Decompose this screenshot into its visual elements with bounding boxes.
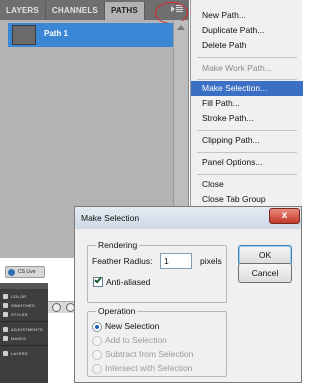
feather-unit-label: pixels [200,256,222,266]
menu-separator [197,152,297,153]
dock-item-label: MASKS [11,336,27,341]
dock-item-label: LAYERS [11,351,28,356]
menu-separator [197,130,297,131]
menu-item-new-path[interactable]: New Path... [191,8,303,23]
intersect-with-selection-label: Intersect with Selection [105,363,193,373]
layers-icon [3,351,8,356]
adjustments-icon [3,327,8,332]
cs-live-icon [8,269,15,276]
horizontal-scrollbar[interactable] [48,301,75,313]
dock-item-layers[interactable]: LAYERS [0,349,48,358]
dock-item-swatches[interactable]: SWATCHES [0,301,48,310]
anti-aliased-label: Anti-aliased [106,277,151,287]
rendering-group: Rendering Feather Radius: 1 pixels Anti-… [87,240,227,303]
menu-item-fill-path[interactable]: Fill Path... [191,96,303,111]
menu-item-close[interactable]: Close [191,177,303,192]
scroll-up-icon[interactable] [177,25,185,30]
anti-aliased-checkbox[interactable] [93,275,103,287]
dock-divider [0,345,48,346]
masks-icon [3,336,8,341]
dock-item-styles[interactable]: STYLES [0,310,48,319]
subtract-from-selection-radio [92,350,102,360]
operation-legend: Operation [96,306,138,316]
dock-item-label: ADJUSTMENTS [11,327,43,332]
collapsed-panel-dock: COLOR SWATCHES STYLES ADJUSTMENTS MASKS … [0,283,48,383]
panel-dock: CS Live COLOR SWATCHES STYLES ADJUSTMENT… [0,258,75,383]
menu-item-duplicate-path[interactable]: Duplicate Path... [191,23,303,38]
scroll-knob-icon[interactable] [52,303,61,312]
path-row[interactable]: Path 1 [8,23,173,47]
add-to-selection-label: Add to Selection [105,335,167,345]
make-selection-dialog: Make Selection x Rendering Feather Radiu… [74,206,302,383]
dock-item-label: STYLES [11,312,28,317]
add-to-selection-radio [92,336,102,346]
cs-live-button[interactable]: CS Live [5,266,45,278]
swatches-icon [3,303,8,308]
new-selection-radio[interactable] [92,322,102,332]
dock-item-masks[interactable]: MASKS [0,334,48,343]
feather-radius-input[interactable]: 1 [160,253,192,269]
dock-item-label: SWATCHES [11,303,35,308]
dock-header [0,283,48,289]
feather-radius-label: Feather Radius: [92,256,153,266]
tab-layers[interactable]: LAYERS [0,2,46,20]
cancel-button[interactable]: Cancel [238,263,292,283]
menu-item-make-selection[interactable]: Make Selection... [191,81,303,96]
styles-icon [3,312,8,317]
dock-item-color[interactable]: COLOR [0,292,48,301]
dock-item-adjustments[interactable]: ADJUSTMENTS [0,325,48,334]
menu-item-make-work-path: Make Work Path... [202,63,272,73]
new-selection-label: New Selection [105,321,160,331]
intersect-with-selection-radio [92,364,102,374]
menu-separator [197,174,297,175]
menu-item-panel-options[interactable]: Panel Options... [191,155,303,170]
menu-separator [197,79,297,80]
dialog-title: Make Selection [81,213,140,223]
dock-divider [0,321,48,322]
dock-item-label: COLOR [11,294,27,299]
menu-item-delete-path[interactable]: Delete Path [191,38,303,53]
close-button[interactable]: x [269,208,300,224]
operation-group: Operation New Selection Add to Selection… [87,306,227,377]
path-name: Path 1 [44,29,69,38]
dialog-titlebar[interactable]: Make Selection x [75,207,301,229]
subtract-from-selection-label: Subtract from Selection [105,349,194,359]
path-thumbnail [12,25,36,45]
color-icon [3,294,8,299]
checkmark-icon [94,275,102,284]
menu-item-clipping-path[interactable]: Clipping Path... [191,133,303,148]
cs-live-label: CS Live [18,269,36,275]
menu-item-close-tab-group[interactable]: Close Tab Group [191,192,303,207]
menu-item-stroke-path[interactable]: Stroke Path... [191,111,303,126]
rendering-legend: Rendering [96,240,140,250]
tab-channels[interactable]: CHANNELS [46,2,105,20]
tab-paths[interactable]: PATHS [104,2,145,20]
ok-button[interactable]: OK [238,245,292,265]
menu-separator [197,57,297,58]
